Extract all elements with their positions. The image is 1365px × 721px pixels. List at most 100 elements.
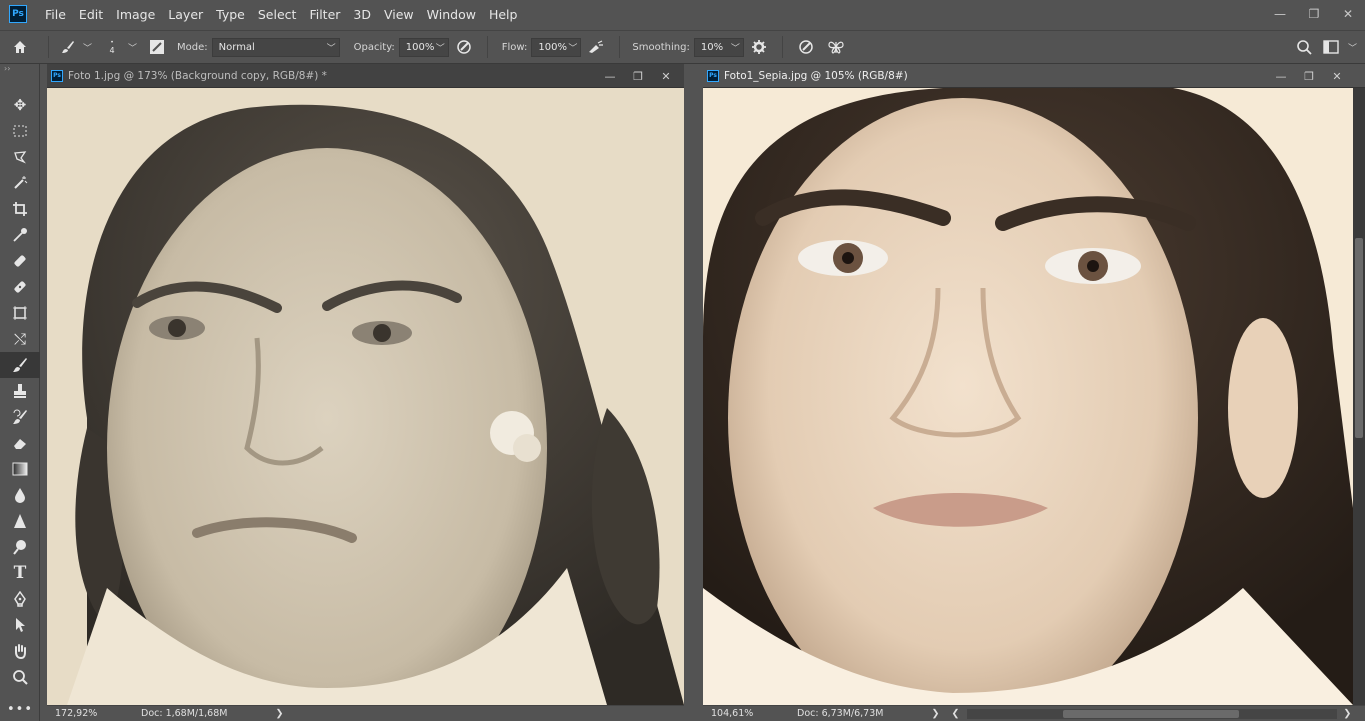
eyedropper-tool-icon[interactable] (0, 222, 40, 248)
sharpen-tool-icon[interactable] (0, 508, 40, 534)
chevron-down-icon[interactable]: ﹀ (1348, 41, 1357, 54)
pressure-size-icon[interactable] (791, 39, 821, 55)
document-canvas[interactable] (703, 88, 1365, 705)
scrollbar-thumb[interactable] (1063, 709, 1240, 718)
airbrush-icon[interactable] (581, 39, 611, 55)
symmetry-butterfly-icon[interactable] (821, 39, 851, 55)
gradient-tool-icon[interactable] (0, 456, 40, 482)
magic-wand-tool-icon[interactable] (0, 170, 40, 196)
restore-button[interactable]: ❐ (624, 70, 652, 83)
smoothing-value: 10% (700, 41, 724, 53)
chevron-down-icon: ﹀ (326, 43, 336, 54)
photo-image (703, 88, 1353, 705)
brush-size-picker[interactable]: • 4 (100, 39, 124, 55)
options-bar: ﹀ • 4 ﹀ Mode: Normal ﹀ Opacity: 100% ﹀ F… (0, 30, 1365, 64)
close-button[interactable]: ✕ (1331, 7, 1365, 21)
healing-brush-tool-icon[interactable] (0, 248, 40, 274)
flow-field[interactable]: 100% ﹀ (531, 37, 582, 57)
dodge-tool-icon[interactable] (0, 534, 40, 560)
photoshop-file-icon: Ps (707, 69, 719, 82)
document-tab-2[interactable]: Ps Foto1_Sepia.jpg @ 105% (RGB/8#) — ❐ ✕ (703, 64, 1365, 88)
document-window-2: Ps Foto1_Sepia.jpg @ 105% (RGB/8#) — ❐ ✕ (703, 64, 1365, 721)
clone-stamp-tool-icon[interactable] (0, 378, 40, 404)
menu-view[interactable]: View (384, 7, 414, 22)
frame-tool-icon[interactable] (0, 300, 40, 326)
menu-type[interactable]: Type (216, 7, 245, 22)
patch-tool-icon[interactable] (0, 274, 40, 300)
menu-window[interactable]: Window (427, 7, 476, 22)
scroll-left-icon[interactable]: ❮ (951, 708, 959, 719)
menu-select[interactable]: Select (258, 7, 297, 22)
eraser-tool-icon[interactable] (0, 430, 40, 456)
opacity-label: Opacity: (353, 41, 395, 53)
history-brush-tool-icon[interactable] (0, 404, 40, 430)
document-title: Foto 1.jpg @ 173% (Background copy, RGB/… (68, 69, 327, 82)
photoshop-file-icon: Ps (51, 69, 63, 82)
marquee-tool-icon[interactable] (0, 118, 40, 144)
smoothing-label: Smoothing: (632, 41, 690, 53)
doc-size-info: Doc: 6,73M/6,73M (797, 708, 884, 719)
menu-layer[interactable]: Layer (168, 7, 203, 22)
smoothing-field[interactable]: 10% ﹀ (693, 37, 744, 57)
chevron-down-icon: ﹀ (568, 43, 578, 54)
minimize-button[interactable]: — (596, 70, 624, 83)
flow-label: Flow: (501, 41, 528, 53)
chevron-down-icon[interactable]: ﹀ (128, 41, 137, 54)
menu-3d[interactable]: 3D (353, 7, 371, 22)
status-bar: 172,92% Doc: 1,68M/1,68M ❯ (47, 705, 684, 721)
menu-file[interactable]: File (45, 7, 66, 22)
doc-size-info: Doc: 1,68M/1,68M (141, 708, 228, 719)
brush-tool-icon[interactable] (0, 352, 40, 378)
content-aware-move-tool-icon[interactable]: ⤭ (0, 326, 40, 352)
document-title: Foto1_Sepia.jpg @ 105% (RGB/8#) (724, 69, 908, 82)
horizontal-scrollbar[interactable] (967, 708, 1338, 719)
zoom-level[interactable]: 104,61% (703, 708, 783, 719)
search-icon[interactable] (1290, 39, 1318, 55)
close-button[interactable]: ✕ (652, 70, 680, 83)
move-tool-icon[interactable]: ✥ (0, 92, 40, 118)
mode-value: Normal (218, 41, 255, 53)
home-icon[interactable] (0, 39, 40, 55)
hand-tool-icon[interactable] (0, 638, 40, 664)
photo-image (47, 88, 684, 705)
chevron-down-icon: ﹀ (730, 43, 740, 54)
brush-settings-panel-icon[interactable] (143, 39, 171, 55)
brush-preset-icon[interactable] (57, 39, 79, 55)
chevron-down-icon[interactable]: ﹀ (83, 41, 92, 54)
restore-button[interactable]: ❐ (1295, 70, 1323, 83)
zoom-level[interactable]: 172,92% (47, 708, 127, 719)
scrollbar-thumb[interactable] (1355, 238, 1363, 438)
mode-dropdown[interactable]: Normal ﹀ (211, 37, 340, 57)
document-window-1: Ps Foto 1.jpg @ 173% (Background copy, R… (47, 64, 684, 721)
restore-button[interactable]: ❐ (1297, 7, 1331, 21)
minimize-button[interactable]: — (1267, 70, 1295, 83)
status-menu-arrow-icon[interactable]: ❯ (931, 708, 939, 719)
document-tab-1[interactable]: Ps Foto 1.jpg @ 173% (Background copy, R… (47, 64, 684, 88)
menu-image[interactable]: Image (116, 7, 155, 22)
status-bar: 104,61% Doc: 6,73M/6,73M ❯ ❮ ❯ (703, 705, 1365, 721)
vertical-scrollbar[interactable] (1353, 88, 1365, 705)
lasso-tool-icon[interactable] (0, 144, 40, 170)
workspace-icon[interactable] (1318, 40, 1344, 54)
minimize-button[interactable]: — (1263, 7, 1297, 21)
brush-size-value: 4 (109, 46, 115, 55)
pressure-opacity-icon[interactable] (449, 39, 479, 55)
status-menu-arrow-icon[interactable]: ❯ (275, 708, 283, 719)
crop-tool-icon[interactable] (0, 196, 40, 222)
close-button[interactable]: ✕ (1323, 70, 1351, 83)
pen-tool-icon[interactable] (0, 586, 40, 612)
gear-icon[interactable] (744, 39, 774, 55)
menu-edit[interactable]: Edit (79, 7, 103, 22)
menu-help[interactable]: Help (489, 7, 518, 22)
blur-tool-icon[interactable] (0, 482, 40, 508)
scroll-right-icon[interactable]: ❯ (1343, 708, 1351, 719)
photoshop-window: Ps File Edit Image Layer Type Select Fil… (0, 0, 1365, 721)
zoom-tool-icon[interactable] (0, 664, 40, 690)
path-selection-tool-icon[interactable] (0, 612, 40, 638)
panel-grip-icon[interactable]: ›› (0, 64, 39, 76)
menu-filter[interactable]: Filter (309, 7, 340, 22)
opacity-field[interactable]: 100% ﹀ (398, 37, 449, 57)
document-canvas[interactable] (47, 88, 684, 705)
type-tool-icon[interactable]: T (0, 560, 40, 586)
more-tools-icon[interactable]: ••• (0, 696, 40, 721)
